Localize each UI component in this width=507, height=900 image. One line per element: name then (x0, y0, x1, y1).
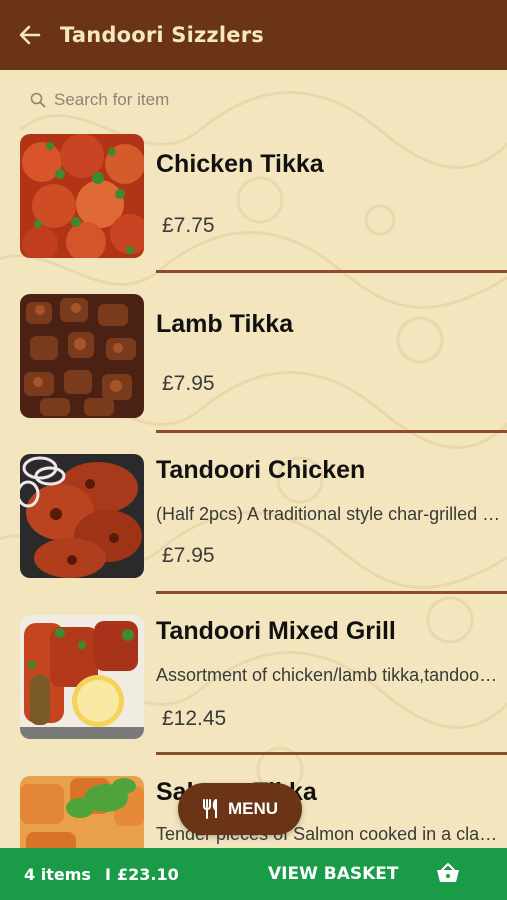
item-name: Chicken Tikka (156, 150, 324, 178)
basket-separator: I (105, 864, 111, 884)
item-price: £7.75 (162, 214, 215, 237)
search-input[interactable] (54, 90, 474, 110)
basket-bar[interactable]: 4 items I £23.10 VIEW BASKET (0, 848, 507, 900)
menu-button-label: MENU (227, 799, 279, 818)
chicken-tikka-image (20, 134, 144, 258)
tandoori-chicken-image (20, 454, 144, 578)
menu-item[interactable]: Tandoori Chicken (Half 2pcs) A tradition… (0, 452, 507, 612)
lamb-tikka-image (20, 294, 144, 418)
menu-item[interactable]: Lamb Tikka £7.95 (0, 292, 507, 452)
search-icon (30, 92, 46, 108)
item-description: Assortment of chicken/lamb tikka,tandoor… (156, 665, 501, 685)
item-price: £7.95 (162, 544, 215, 567)
item-price: £7.95 (162, 372, 215, 395)
cutlery-icon (202, 799, 217, 819)
item-description: (Half 2pcs) A traditional style char-gri… (156, 504, 501, 524)
basket-total: £23.10 (117, 864, 179, 884)
basket-icon (437, 863, 459, 882)
mixed-grill-image (20, 615, 144, 739)
item-name: Lamb Tikka (156, 310, 294, 338)
item-divider (156, 591, 507, 594)
menu-item[interactable]: Chicken Tikka £7.75 (0, 132, 507, 292)
search-bar[interactable] (30, 86, 490, 114)
item-name: Tandoori Chicken (156, 456, 366, 484)
view-basket-button[interactable]: VIEW BASKET (268, 864, 399, 884)
arrow-left-icon (19, 25, 41, 45)
item-price: £12.45 (162, 707, 227, 730)
app-header: Tandoori Sizzlers (0, 0, 507, 70)
back-button[interactable] (0, 0, 60, 70)
item-divider (156, 752, 507, 755)
menu-button[interactable]: MENU (178, 783, 302, 835)
basket-item-count: 4 items (24, 864, 91, 884)
page-title: Tandoori Sizzlers (60, 23, 264, 47)
item-name: Tandoori Mixed Grill (156, 617, 396, 645)
menu-item[interactable]: Tandoori Mixed Grill Assortment of chick… (0, 613, 507, 773)
item-divider (156, 430, 507, 433)
item-divider (156, 270, 507, 273)
